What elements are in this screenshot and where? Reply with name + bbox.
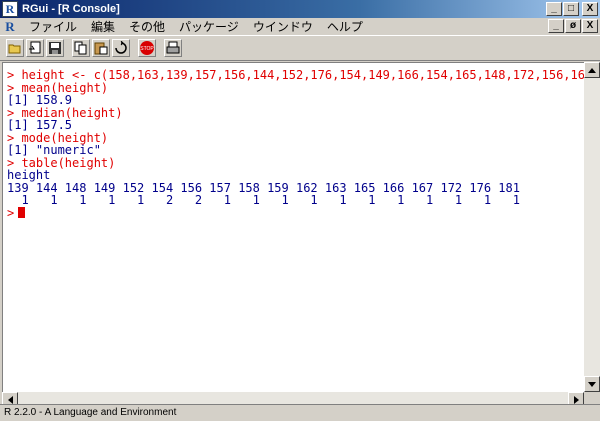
title-bar[interactable]: R RGui - [R Console] _ □ X [0,0,600,18]
console-line: > median(height) [7,105,123,120]
copy-paste-button[interactable] [112,39,130,57]
load-icon [29,41,41,54]
refresh-icon [115,41,127,54]
menu-edit[interactable]: 編集 [84,18,122,35]
paste-icon [94,42,108,55]
menu-misc[interactable]: その他 [122,18,172,35]
child-close-button[interactable]: X [582,19,598,33]
prompt-symbol: > [7,205,15,220]
console-line: > mean(height) [7,80,109,95]
arrow-right-icon [573,396,579,404]
toolbar: STOP [0,35,600,61]
menu-windows[interactable]: ウインドウ [246,18,320,35]
arrow-left-icon [7,396,13,404]
menu-bar: R ファイル 編集 その他 パッケージ ウインドウ ヘルプ _ ø X [0,18,600,35]
console-line: [1] "numeric" [7,143,101,157]
copy-icon [74,41,87,55]
r-app-icon[interactable]: R [2,1,18,17]
console-output[interactable]: > height <- c(158,163,139,157,156,144,15… [2,62,584,392]
copy-button[interactable] [72,39,90,57]
printer-icon [166,41,180,54]
console-line: [1] 157.5 [7,118,73,132]
console-line: > height <- c(158,163,139,157,156,144,15… [7,68,584,82]
close-button[interactable]: X [582,2,598,16]
console-line: 1 1 1 1 1 2 2 1 1 1 1 1 1 1 1 1 1 1 [7,193,520,207]
print-button[interactable] [164,39,182,57]
console-line: > table(height) [7,155,116,170]
window-title: RGui - [R Console] [22,3,120,15]
open-script-button[interactable] [6,39,24,57]
vertical-scrollbar[interactable] [584,62,600,392]
menu-file[interactable]: ファイル [22,18,84,35]
console-line: height [7,168,51,182]
r-console-icon[interactable]: R [2,19,18,34]
load-workspace-button[interactable] [26,39,44,57]
save-icon [49,42,61,54]
stop-icon: STOP [140,41,154,55]
console-line: [1] 158.9 [7,93,73,107]
arrow-up-icon [588,67,596,73]
svg-text:STOP: STOP [140,46,154,52]
scroll-down-button[interactable] [584,376,600,392]
save-workspace-button[interactable] [46,39,64,57]
minimize-button[interactable]: _ [546,2,562,16]
arrow-down-icon [588,381,596,387]
scroll-up-button[interactable] [584,62,600,78]
maximize-button[interactable]: □ [563,2,579,16]
input-prompt[interactable]: > [7,205,584,220]
stop-button[interactable]: STOP [138,39,156,57]
child-minimize-button[interactable]: _ [548,19,564,33]
paste-button[interactable] [92,39,110,57]
menu-packages[interactable]: パッケージ [172,18,246,35]
status-bar: R 2.2.0 - A Language and Environment [0,404,600,420]
text-cursor [18,206,26,218]
menu-help[interactable]: ヘルプ [320,18,370,35]
child-restore-button[interactable]: ø [565,19,581,33]
folder-open-icon [8,44,21,54]
